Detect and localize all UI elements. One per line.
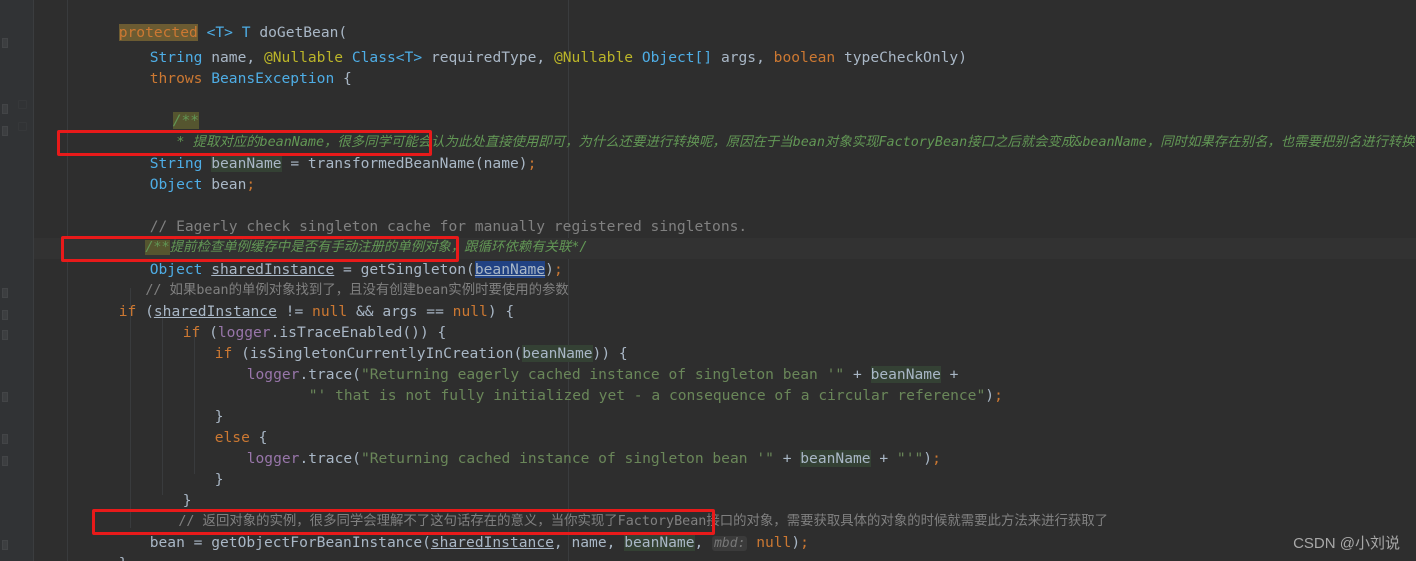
token-comma: , [694, 534, 713, 551]
token-operator: = [184, 534, 212, 551]
token-type-object: Object [149, 176, 203, 193]
token-keyword-boolean: boolean [773, 49, 836, 66]
code-line[interactable]: } [130, 469, 192, 509]
code-line[interactable]: } [162, 385, 224, 425]
code-line[interactable]: /**提前检查单例缓存中是否有手动注册的单例对象，跟循环依赖有关联*/ [97, 216, 587, 255]
token-brace: { [334, 70, 352, 87]
token-param-type-check-only: typeCheckOnly) [843, 49, 967, 66]
code-line[interactable]: Object bean; [97, 153, 255, 193]
code-line[interactable]: /** [120, 89, 200, 129]
csdn-watermark: CSDN @小刘说 [1293, 535, 1400, 552]
token-param-args: args, [720, 49, 765, 66]
token-variable-bean: bean [149, 534, 185, 551]
code-line[interactable]: // Eagerly check singleton cache for man… [97, 195, 747, 235]
token-method-getobjectforbeaninstance: getObjectForBeanInstance( [211, 534, 431, 551]
gutter-marker-icon[interactable] [2, 392, 8, 402]
gutter-marker-icon[interactable] [2, 310, 8, 320]
token-arg-name: name [571, 534, 607, 551]
gutter-marker-icon[interactable] [2, 540, 8, 550]
token-operator: + [773, 450, 801, 467]
code-line[interactable]: if (sharedInstance != null && args == nu… [66, 280, 514, 320]
gutter-marker-icon[interactable] [2, 126, 8, 136]
token-paren: ) [518, 155, 528, 172]
token-type-class: Class<T> [351, 49, 423, 66]
token-semicolon: ; [246, 176, 256, 193]
token-comma: , [606, 534, 625, 551]
code-surface[interactable]: protected <T> T doGetBean( String name, … [34, 0, 1416, 561]
gutter-marker-icon[interactable] [2, 104, 8, 114]
token-closing-brace: } [214, 471, 224, 488]
token-keyword-throws: throws [149, 70, 203, 87]
code-line[interactable]: } [66, 532, 128, 561]
token-method-transformedbeanname: transformedBeanName( [307, 155, 484, 172]
token-closing-brace: } [119, 555, 128, 561]
code-line[interactable]: logger.trace("Returning eagerly cached i… [194, 343, 958, 383]
code-line[interactable]: protected <T> T doGetBean( [66, 1, 347, 41]
token-semicolon: ; [932, 450, 941, 467]
code-line[interactable]: throws BeansException { [97, 47, 352, 87]
parameter-hint-mbd: mbd: [712, 536, 748, 551]
token-type-object-array: Object[] [641, 49, 713, 66]
code-line[interactable]: String beanName = transformedBeanName(na… [97, 132, 536, 172]
gutter-marker-icon[interactable] [2, 456, 8, 466]
code-line[interactable]: "' that is not fully initialized yet - a… [256, 364, 1003, 404]
token-field-logger: logger [246, 450, 300, 467]
code-line[interactable]: if (logger.isTraceEnabled()) { [130, 301, 447, 341]
token-operator: = [281, 155, 308, 172]
editor-gutter[interactable] [0, 0, 34, 561]
code-fold-icon[interactable] [18, 100, 27, 109]
token-arg-name: name [483, 155, 519, 172]
code-line[interactable]: if (isSingletonCurrentlyInCreation(beanN… [162, 322, 628, 362]
token-paren: ) [985, 387, 995, 404]
code-line[interactable]: String name, @Nullable Class<T> required… [97, 26, 967, 66]
code-line[interactable]: Object sharedInstance = getSingleton(bea… [97, 238, 563, 278]
token-brace: ) { [487, 303, 515, 320]
token-variable-sharedinstance: sharedInstance [430, 534, 554, 551]
token-keyword-null: null [756, 534, 792, 551]
token-param-required-type: requiredType, [430, 49, 546, 66]
code-line[interactable]: } [162, 448, 224, 488]
token-annotation-nullable: @Nullable [553, 49, 634, 66]
gutter-marker-icon[interactable] [2, 38, 8, 48]
token-string-literal: "Returning cached instance of singleton … [360, 450, 774, 467]
token-string-literal: "' that is not fully initialized yet - a… [308, 387, 986, 404]
token-semicolon: ; [527, 155, 537, 172]
token-string-literal: "'" [896, 450, 924, 467]
code-line[interactable]: * 提取对应的beanName，很多同学可能会认为此处直接使用即可，为什么还要进… [120, 111, 1416, 150]
token-comma: , [553, 534, 572, 551]
token-method-trace: .trace( [299, 450, 361, 467]
code-line[interactable]: else { [162, 406, 268, 446]
token-variable-beanname: beanName [800, 450, 871, 467]
gutter-marker-icon[interactable] [2, 434, 8, 444]
code-fold-icon[interactable] [18, 122, 27, 131]
token-variable-bean: bean [211, 176, 247, 193]
token-paren: ) [791, 534, 801, 551]
code-line[interactable]: bean = getObjectForBeanInstance(sharedIn… [97, 511, 809, 551]
gutter-marker-icon[interactable] [2, 288, 8, 298]
token-semicolon: ; [994, 387, 1003, 404]
code-line[interactable]: // 返回对象的实例，很多同学会理解不了这句话存在的意义，当你实现了Factor… [130, 490, 1108, 529]
token-exception-type: BeansException [211, 70, 335, 87]
code-editor[interactable]: protected <T> T doGetBean( String name, … [0, 0, 1416, 561]
token-paren: ) [923, 450, 933, 467]
token-semicolon: ; [800, 534, 809, 551]
code-line[interactable]: logger.trace("Returning cached instance … [194, 427, 941, 467]
gutter-marker-icon[interactable] [2, 330, 8, 340]
code-line[interactable]: // 如果bean的单例对象找到了，且没有创建bean实例时要使用的参数 [97, 259, 568, 298]
token-operator: + [870, 450, 897, 467]
token-keyword-null: null [452, 303, 488, 320]
token-variable-beanname: beanName [624, 534, 695, 551]
